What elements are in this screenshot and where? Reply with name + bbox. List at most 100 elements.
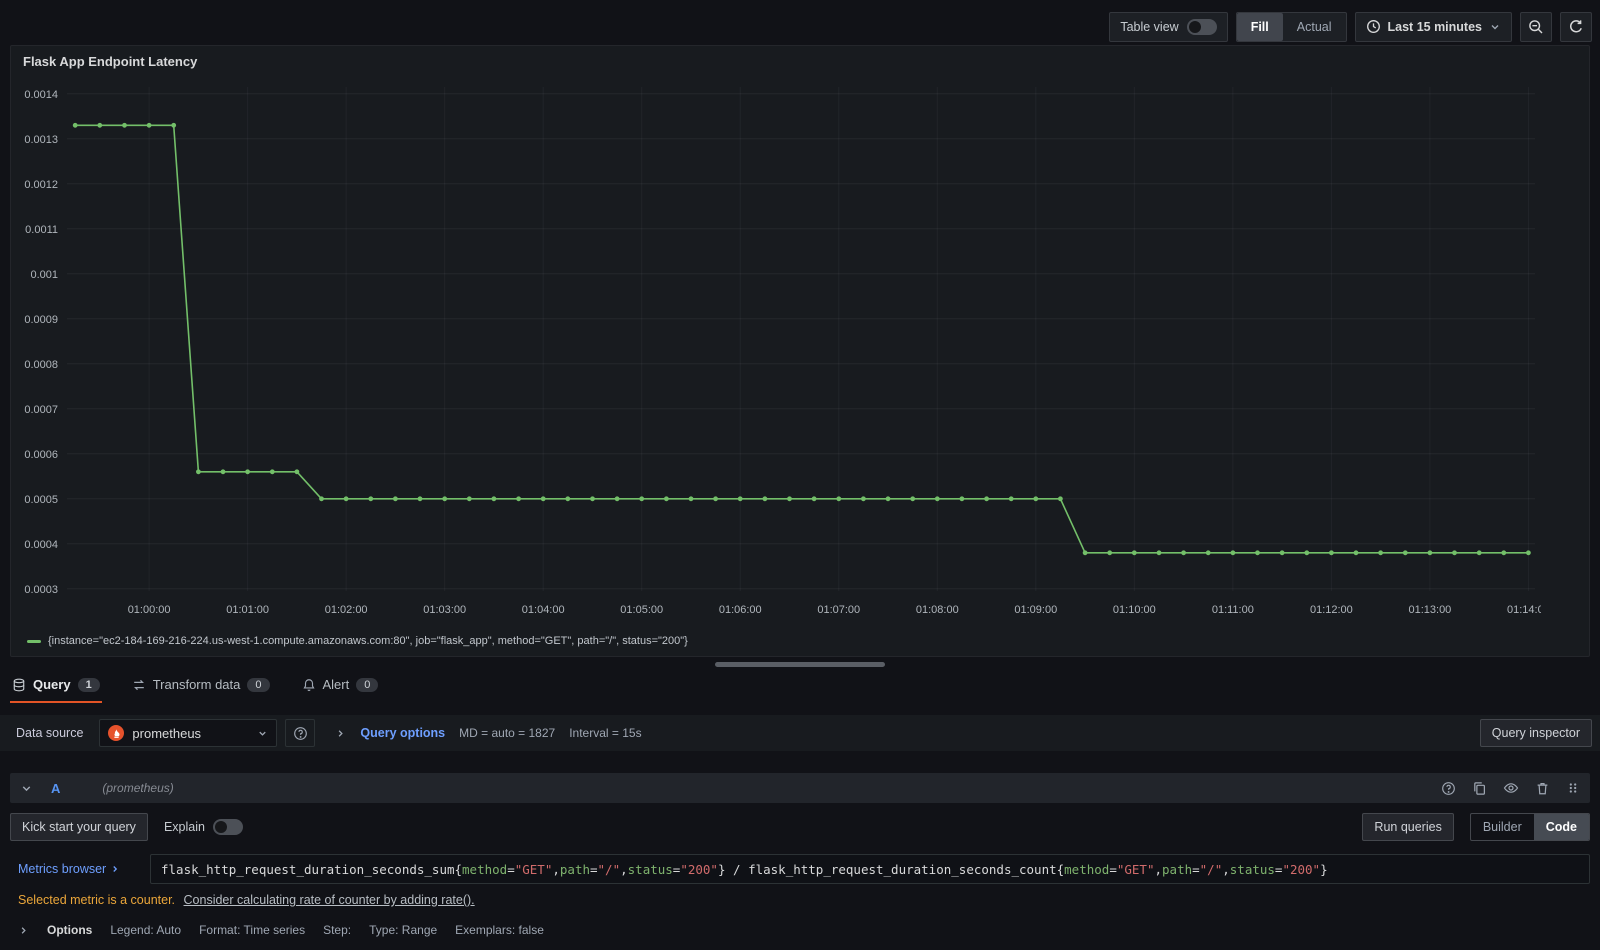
counter-warning: Selected metric is a counter. Consider c… bbox=[10, 893, 1590, 907]
svg-text:01:04:00: 01:04:00 bbox=[522, 604, 565, 616]
builder-button[interactable]: Builder bbox=[1471, 814, 1534, 840]
svg-text:01:12:00: 01:12:00 bbox=[1310, 604, 1353, 616]
tab-transform-label: Transform data bbox=[152, 677, 241, 692]
clock-icon bbox=[1366, 19, 1381, 34]
fill-button[interactable]: Fill bbox=[1236, 12, 1283, 41]
query-row: A (prometheus) Kick start your query Exp… bbox=[10, 773, 1590, 937]
latency-chart[interactable]: 0.0014 0.0013 0.0012 0.0011 0.001 0.0009 0.000… bbox=[15, 71, 1550, 619]
chart-legend[interactable]: {instance="ec2-184-169-216-224.us-west-1… bbox=[11, 632, 1589, 656]
run-queries-button[interactable]: Run queries bbox=[1362, 813, 1454, 841]
svg-text:01:06:00: 01:06:00 bbox=[719, 604, 762, 616]
drag-handle-icon[interactable] bbox=[1566, 781, 1580, 795]
prometheus-icon bbox=[108, 725, 125, 741]
svg-text:01:09:00: 01:09:00 bbox=[1014, 604, 1057, 616]
table-view-label: Table view bbox=[1120, 19, 1179, 34]
builder-code-group: Builder Code bbox=[1469, 813, 1590, 841]
fill-actual-group: Fill Actual bbox=[1235, 11, 1347, 42]
svg-text:0.0009: 0.0009 bbox=[24, 314, 58, 326]
svg-text:0.0007: 0.0007 bbox=[24, 404, 58, 416]
svg-text:01:02:00: 01:02:00 bbox=[325, 604, 368, 616]
datasource-help-button[interactable] bbox=[285, 719, 316, 747]
tab-alert-label: Alert bbox=[322, 677, 350, 692]
tab-transform-data[interactable]: Transform data 0 bbox=[130, 673, 272, 703]
svg-text:0.0003: 0.0003 bbox=[24, 584, 58, 596]
options-label: Options bbox=[47, 923, 93, 937]
svg-text:0.0011: 0.0011 bbox=[25, 224, 58, 236]
code-button[interactable]: Code bbox=[1533, 814, 1589, 840]
datasource-value: prometheus bbox=[132, 725, 202, 741]
svg-text:0.001: 0.001 bbox=[30, 269, 58, 281]
warning-rate-link[interactable]: Consider calculating rate of counter by … bbox=[184, 893, 475, 907]
svg-text:01:08:00: 01:08:00 bbox=[916, 604, 959, 616]
svg-text:01:05:00: 01:05:00 bbox=[620, 604, 663, 616]
query-ref-id: A bbox=[51, 780, 61, 796]
latency-panel: Flask App Endpoint Latency 0.0014 0.0013 0… bbox=[10, 45, 1590, 657]
legend-label: {instance="ec2-184-169-216-224.us-west-1… bbox=[48, 635, 688, 647]
table-view-toggle[interactable] bbox=[1186, 18, 1217, 35]
query-row-header[interactable]: A (prometheus) bbox=[10, 773, 1590, 803]
transform-icon bbox=[132, 678, 146, 692]
metrics-browser-toggle[interactable]: Metrics browser bbox=[10, 862, 150, 876]
max-data-points-text: MD = auto = 1827 bbox=[459, 726, 556, 740]
tab-query-count: 1 bbox=[77, 677, 100, 692]
time-range-label: Last 15 minutes bbox=[1387, 19, 1482, 34]
metrics-browser-label: Metrics browser bbox=[18, 862, 107, 876]
tab-query[interactable]: Query 1 bbox=[10, 673, 102, 703]
svg-text:01:00:00: 01:00:00 bbox=[128, 604, 171, 616]
chevron-down-icon bbox=[1489, 21, 1501, 33]
query-options-label: Query options bbox=[360, 726, 446, 740]
svg-text:0.0006: 0.0006 bbox=[24, 449, 58, 461]
svg-text:01:01:00: 01:01:00 bbox=[226, 604, 269, 616]
tab-transform-count: 0 bbox=[247, 677, 270, 692]
refresh-button[interactable] bbox=[1560, 11, 1592, 42]
chevron-down-icon bbox=[257, 728, 268, 739]
actual-button[interactable]: Actual bbox=[1283, 13, 1346, 41]
time-range-picker[interactable]: Last 15 minutes bbox=[1354, 11, 1512, 42]
svg-text:01:07:00: 01:07:00 bbox=[817, 604, 860, 616]
svg-text:0.0014: 0.0014 bbox=[24, 89, 58, 101]
kick-start-query-button[interactable]: Kick start your query bbox=[10, 813, 148, 841]
panel-resize-handle[interactable] bbox=[715, 662, 885, 667]
remove-query-trash-icon[interactable] bbox=[1535, 781, 1550, 796]
tab-alert[interactable]: Alert 0 bbox=[300, 673, 381, 703]
warning-text: Selected metric is a counter. bbox=[18, 893, 176, 907]
svg-text:0.0005: 0.0005 bbox=[24, 494, 58, 506]
datasource-select[interactable]: prometheus bbox=[99, 719, 278, 747]
datasource-label: Data source bbox=[16, 726, 84, 740]
legend-swatch bbox=[27, 639, 41, 643]
query-options-toggle[interactable]: Query options MD = auto = 1827 Interval … bbox=[335, 726, 642, 740]
zoom-out-icon bbox=[1528, 19, 1544, 35]
query-expression-input[interactable]: flask_http_request_duration_seconds_sum{… bbox=[150, 854, 1590, 884]
query-inspector-button[interactable]: Query inspector bbox=[1479, 719, 1592, 747]
explain-toggle[interactable] bbox=[212, 819, 243, 835]
explain-label: Explain bbox=[163, 820, 205, 834]
svg-text:0.0008: 0.0008 bbox=[24, 359, 58, 371]
svg-text:01:14:00: 01:14:00 bbox=[1507, 604, 1541, 616]
bell-icon bbox=[302, 678, 316, 692]
svg-text:01:11:00: 01:11:00 bbox=[1212, 604, 1254, 616]
query-expression: flask_http_request_duration_seconds_sum{… bbox=[161, 861, 1328, 877]
query-row-body: Kick start your query Explain Run querie… bbox=[10, 803, 1590, 937]
zoom-out-button[interactable] bbox=[1520, 11, 1552, 42]
svg-text:0.0012: 0.0012 bbox=[24, 179, 58, 191]
duplicate-query-icon[interactable] bbox=[1472, 781, 1487, 796]
panel-toolbar: Table view Fill Actual Last 15 minutes bbox=[0, 0, 1600, 45]
hide-response-eye-icon[interactable] bbox=[1503, 780, 1519, 796]
query-help-icon[interactable] bbox=[1441, 781, 1456, 796]
query-datasource-hint: (prometheus) bbox=[102, 781, 174, 795]
explain-control: Explain bbox=[164, 819, 243, 835]
chevron-right-icon bbox=[18, 925, 29, 936]
collapse-chevron-icon[interactable] bbox=[20, 782, 33, 795]
chart-area: 0.0014 0.0013 0.0012 0.0011 0.001 0.0009 0.000… bbox=[11, 71, 1589, 632]
database-icon bbox=[12, 678, 26, 692]
interval-text: Interval = 15s bbox=[569, 726, 642, 740]
chevron-right-icon bbox=[335, 728, 346, 739]
refresh-icon bbox=[1568, 19, 1584, 35]
datasource-bar: Data source prometheus Query options MD … bbox=[0, 715, 1600, 751]
question-circle-icon bbox=[293, 726, 308, 741]
svg-text:01:03:00: 01:03:00 bbox=[423, 604, 466, 616]
chevron-right-icon bbox=[110, 864, 120, 874]
query-options-items: Legend: Auto Format: Time series Step: Type… bbox=[110, 923, 544, 937]
query-options-row[interactable]: Options Legend: Auto Format: Time series S… bbox=[10, 923, 1590, 937]
tab-alert-count: 0 bbox=[356, 677, 379, 692]
